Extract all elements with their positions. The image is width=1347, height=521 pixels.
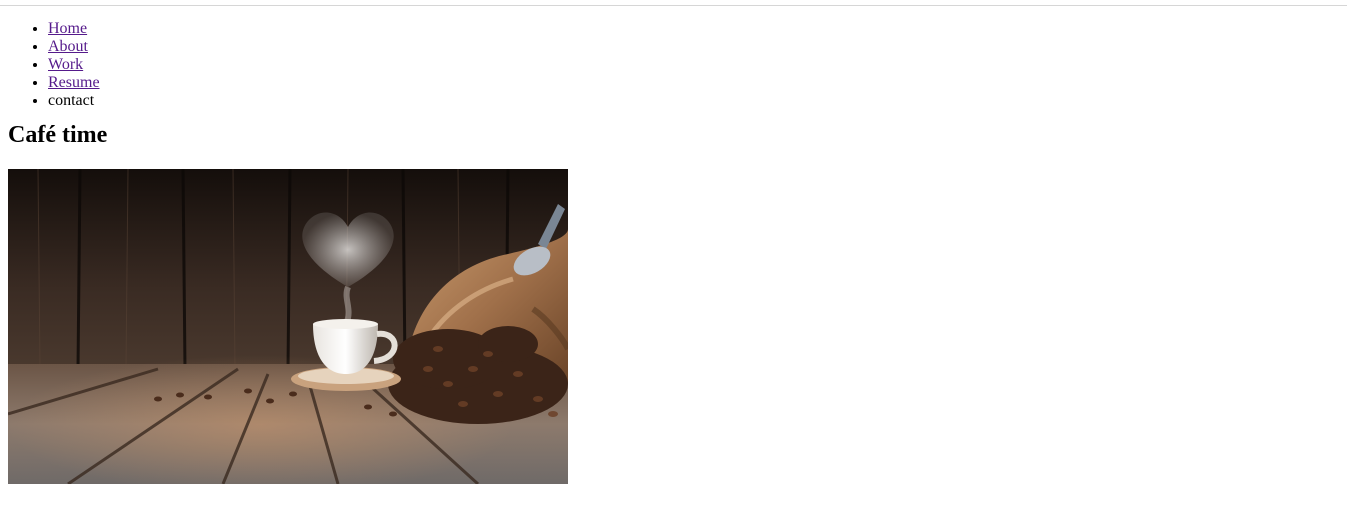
nav-item-resume: Resume (48, 74, 1339, 92)
page-title: Café time (8, 122, 108, 148)
nav-link-about[interactable]: About (48, 38, 88, 55)
nav-link-home[interactable]: Home (48, 20, 87, 37)
page-content: Home About Work Resume contact Café time (8, 20, 1339, 484)
nav-list: Home About Work Resume contact (8, 20, 1339, 110)
nav-label-contact: contact (48, 92, 95, 109)
nav-link-work[interactable]: Work (48, 56, 83, 73)
top-divider (0, 5, 1347, 6)
coffee-photo (8, 169, 568, 484)
nav-item-work: Work (48, 56, 1339, 74)
nav-item-about: About (48, 38, 1339, 56)
nav-item-home: Home (48, 20, 1339, 38)
nav-link-resume[interactable]: Resume (48, 74, 100, 91)
nav-item-contact: contact (48, 92, 1339, 110)
